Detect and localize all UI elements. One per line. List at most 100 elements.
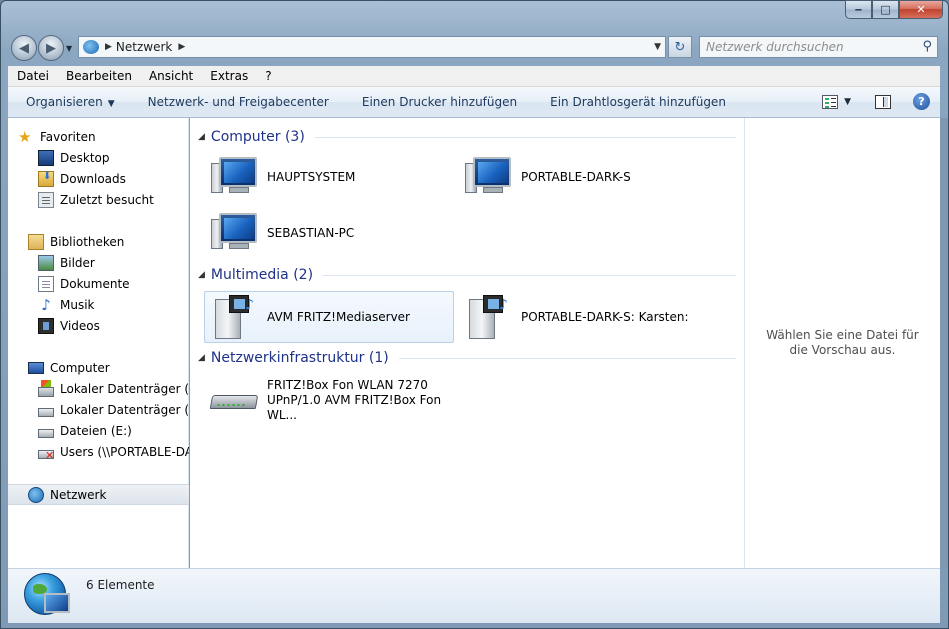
- address-dropdown-icon[interactable]: ▼: [654, 42, 661, 52]
- group-divider: [314, 136, 736, 138]
- sidebar-item-label: Videos: [60, 318, 100, 333]
- computer-icon: [465, 155, 513, 199]
- group-header-multimedia[interactable]: ◢ Multimedia (2): [198, 266, 736, 284]
- sidebar-item-network-drive[interactable]: Users (\\PORTABLE-DARK-S): [38, 441, 189, 462]
- disconnected-network-drive-icon: [38, 449, 54, 462]
- sidebar-item-label: Netzwerk: [50, 487, 107, 502]
- sidebar-item-label: Lokaler Datenträger (D:): [60, 402, 208, 417]
- network-item-hauptsystem[interactable]: HAUPTSYSTEM: [204, 151, 454, 203]
- network-item-portable-dark-s[interactable]: PORTABLE-DARK-S: [458, 151, 708, 203]
- add-printer-button[interactable]: Einen Drucker hinzufügen: [344, 95, 532, 109]
- media-server-icon: ♪: [211, 293, 259, 341]
- sidebar-item-network[interactable]: Netzwerk: [8, 484, 189, 505]
- sidebar-item-label: Dokumente: [60, 276, 130, 291]
- network-item-avm-mediaserver[interactable]: ♪ AVM FRITZ!Mediaserver: [204, 291, 454, 343]
- network-item-sebastian-pc[interactable]: SEBASTIAN-PC: [204, 207, 454, 259]
- network-item-fritzbox[interactable]: FRITZ!Box Fon WLAN 7270 UPnP/1.0 AVM FRI…: [204, 374, 474, 426]
- preview-message: Wählen Sie eine Datei für die Vorschau a…: [766, 328, 919, 357]
- minimize-button[interactable]: ‒: [845, 0, 872, 19]
- refresh-button[interactable]: ↻: [668, 36, 692, 58]
- add-wireless-button[interactable]: Ein Drahtlosgerät hinzufügen: [532, 95, 741, 109]
- group-title: Multimedia (2): [210, 267, 314, 283]
- window-edge: [940, 118, 948, 568]
- network-item-portable-dark-s-media[interactable]: ♪ PORTABLE-DARK-S: Karsten:: [458, 291, 708, 343]
- sidebar-item-label: Bibliotheken: [50, 234, 125, 249]
- hard-drive-icon: [38, 429, 54, 438]
- sidebar-item-label: Desktop: [60, 150, 110, 165]
- item-label: FRITZ!Box Fon WLAN 7270: [267, 377, 428, 392]
- recent-places-icon: [38, 191, 54, 208]
- group-divider: [323, 274, 736, 276]
- view-options-dropdown-icon[interactable]: ▼: [844, 97, 851, 107]
- recent-pages-dropdown[interactable]: ▼: [66, 44, 72, 53]
- chevron-down-icon: ▼: [107, 99, 115, 109]
- item-label: AVM FRITZ!Mediaserver: [267, 310, 410, 324]
- breadcrumb-separator-icon[interactable]: ▶: [105, 42, 112, 52]
- search-icon[interactable]: ⚲: [922, 39, 932, 54]
- sidebar-favorites[interactable]: ★ Favoriten: [18, 126, 199, 147]
- computer-icon: [211, 155, 259, 199]
- close-button[interactable]: ✕: [899, 0, 943, 19]
- computer-icon: [211, 211, 259, 255]
- sidebar-item-label: Musik: [60, 297, 95, 312]
- preview-pane: Wählen Sie eine Datei für die Vorschau a…: [744, 118, 940, 568]
- group-divider: [398, 357, 736, 359]
- video-icon: [38, 317, 54, 334]
- system-drive-icon: [38, 379, 54, 397]
- refresh-icon: ↻: [674, 39, 686, 55]
- organize-button[interactable]: Organisieren ▼: [8, 95, 130, 109]
- network-center-button[interactable]: Netzwerk- und Freigabecenter: [130, 95, 344, 109]
- sidebar-libraries[interactable]: Bibliotheken: [28, 231, 209, 252]
- star-icon: ★: [18, 127, 32, 146]
- search-input[interactable]: Netzwerk durchsuchen ⚲: [699, 36, 938, 58]
- sidebar-item-label: Favoriten: [40, 129, 96, 144]
- sidebar-item-label: Lokaler Datenträger (C:): [60, 381, 207, 396]
- item-label: PORTABLE-DARK-S: Karsten:: [521, 310, 689, 324]
- breadcrumb-network[interactable]: Netzwerk: [116, 40, 172, 54]
- help-icon[interactable]: ?: [913, 93, 930, 110]
- collapse-triangle-icon[interactable]: ◢: [198, 353, 205, 363]
- view-options-icon[interactable]: [822, 94, 839, 109]
- sidebar-computer[interactable]: Computer: [28, 357, 209, 378]
- pictures-icon: [38, 254, 54, 271]
- sidebar-item-label: Bilder: [60, 255, 95, 270]
- collapse-triangle-icon[interactable]: ◢: [198, 132, 205, 142]
- address-bar[interactable]: ▶ Netzwerk ▶ ▼: [78, 36, 666, 58]
- group-header-computer[interactable]: ◢ Computer (3): [198, 128, 736, 146]
- monitor-icon: [44, 593, 70, 613]
- sidebar-item-label: Users (\\PORTABLE-DARK-S): [60, 444, 189, 459]
- command-bar: Organisieren ▼ Netzwerk- und Freigabecent…: [8, 87, 940, 118]
- documents-icon: [38, 275, 54, 292]
- maximize-button[interactable]: □: [872, 0, 899, 19]
- music-note-icon: ♪: [41, 295, 51, 314]
- back-button[interactable]: ◀: [11, 35, 37, 61]
- preview-pane-icon[interactable]: [875, 94, 891, 109]
- collapse-triangle-icon[interactable]: ◢: [198, 270, 205, 280]
- item-label: HAUPTSYSTEM: [267, 170, 356, 184]
- menu-extras[interactable]: Extras: [201, 69, 256, 83]
- network-icon: [83, 40, 99, 54]
- menu-help[interactable]: ?: [256, 69, 279, 83]
- menu-bearbeiten[interactable]: Bearbeiten: [57, 69, 140, 83]
- hard-drive-icon: [38, 408, 54, 417]
- menu-ansicht[interactable]: Ansicht: [140, 69, 201, 83]
- arrow-left-icon: ◀: [19, 40, 29, 56]
- arrow-right-icon: ▶: [46, 40, 56, 56]
- content-pane[interactable]: ◢ Computer (3) HAUPTSYSTEM PORTABLE-DARK…: [190, 118, 744, 568]
- forward-button[interactable]: ▶: [38, 35, 64, 61]
- item-count: 6 Elemente: [86, 578, 155, 592]
- sidebar-item-label: Downloads: [60, 171, 126, 186]
- group-title: Netzwerkinfrastruktur (1): [210, 350, 389, 366]
- sidebar-item-label: Computer: [50, 360, 110, 375]
- item-sublabel: UPnP/1.0 AVM FRITZ!Box Fon WL...: [267, 392, 442, 422]
- breadcrumb-separator-icon[interactable]: ▶: [178, 42, 185, 52]
- search-placeholder: Netzwerk durchsuchen: [706, 40, 844, 54]
- desktop-icon: [38, 149, 54, 166]
- navigation-pane[interactable]: ★ Favoriten Desktop Downloads Zuletzt be…: [8, 118, 207, 568]
- network-icon: [28, 486, 44, 503]
- caption-buttons: ‒ □ ✕: [845, 0, 943, 19]
- menu-datei[interactable]: Datei: [8, 69, 57, 83]
- item-label: SEBASTIAN-PC: [267, 226, 355, 240]
- sidebar-item-label: Zuletzt besucht: [60, 192, 154, 207]
- group-header-infrastructure[interactable]: ◢ Netzwerkinfrastruktur (1): [198, 349, 736, 367]
